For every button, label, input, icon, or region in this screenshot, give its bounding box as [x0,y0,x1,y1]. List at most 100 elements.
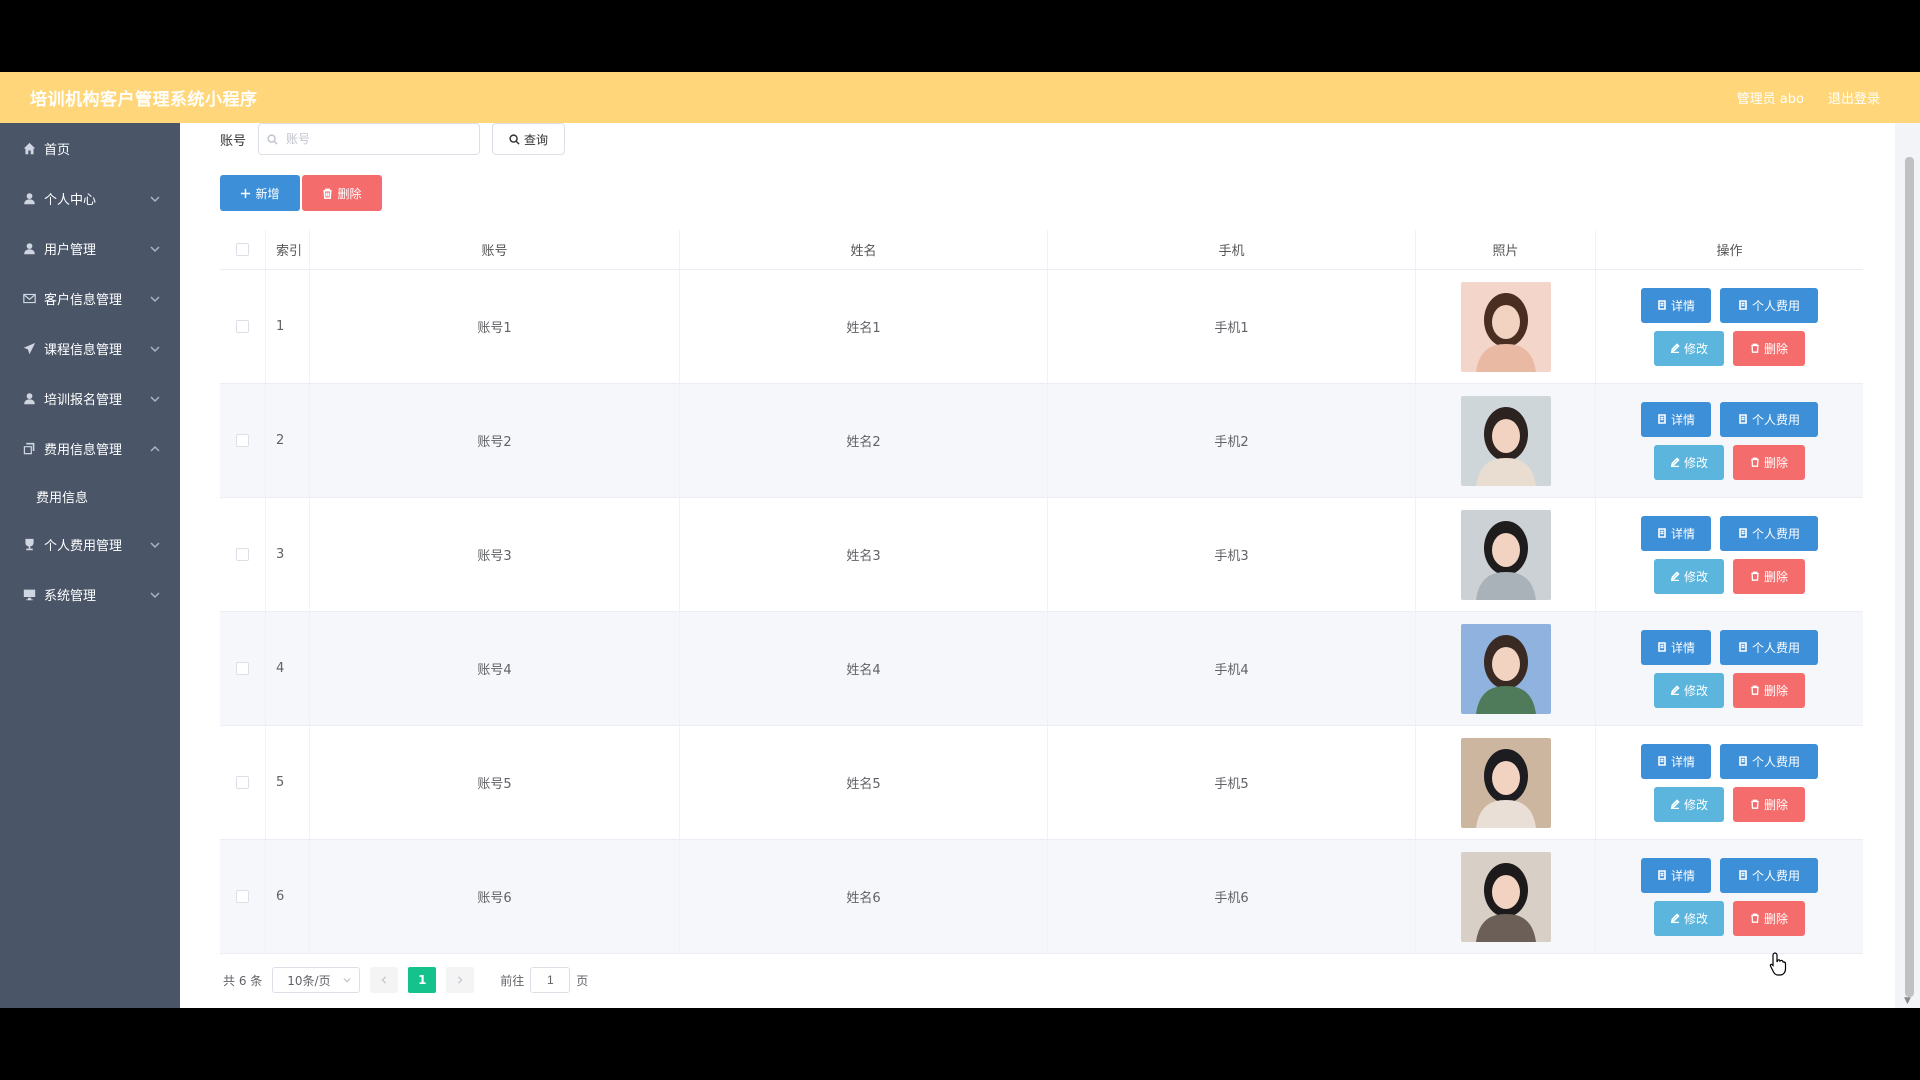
search-icon [509,133,520,145]
cell-ops: 详情 个人费用 修改 删除 [1596,498,1863,611]
mouse-pointer-icon [1769,952,1787,976]
edit-icon [1670,571,1680,581]
delete-button[interactable]: 删除 [1733,444,1805,480]
user-photo[interactable] [1460,623,1551,714]
personal-fee-button[interactable]: 个人费用 [1720,743,1818,779]
personal-fee-button[interactable]: 个人费用 [1720,401,1818,437]
detail-button[interactable]: 详情 [1641,401,1711,437]
personal-fee-button[interactable]: 个人费用 [1720,287,1818,323]
sidebar-item-personal-fee[interactable]: 个人费用管理 [0,519,180,569]
prev-page-button[interactable] [370,967,399,993]
select-all-checkbox[interactable] [236,243,249,256]
table-row: 4 账号4 姓名4 手机4 详情 个人费用 修改 删除 [220,612,1863,726]
edit-icon [1670,799,1680,809]
user-photo[interactable] [1460,851,1551,942]
delete-button[interactable]: 删除 [1733,672,1805,708]
edit-button[interactable]: 修改 [1654,558,1724,594]
edit-button[interactable]: 修改 [1654,330,1724,366]
vertical-scrollbar[interactable]: ▼ [1898,123,1920,1008]
sidebar-item-personal-center[interactable]: 个人中心 [0,173,180,223]
row-actions-line: 详情 个人费用 [1641,857,1818,893]
batch-delete-button[interactable]: 删除 [302,175,382,211]
fee-label: 个人费用 [1751,640,1800,655]
chevron-down-icon [150,243,160,253]
user-photo[interactable] [1460,281,1551,372]
row-checkbox[interactable] [236,434,249,447]
row-actions-line: 修改 删除 [1654,786,1805,822]
detail-button[interactable]: 详情 [1641,287,1711,323]
sidebar-item-label: 客户信息管理 [44,292,123,308]
detail-button[interactable]: 详情 [1641,743,1711,779]
send-icon [22,341,36,355]
personal-fee-button[interactable]: 个人费用 [1720,857,1818,893]
table-body: 1 账号1 姓名1 手机1 详情 个人费用 修改 删除 2 账号2 姓名2 手机… [220,270,1863,954]
sidebar-item-system[interactable]: 系统管理 [0,569,180,619]
sidebar-item-fee-info[interactable]: 费用信息管理 [0,423,180,473]
row-checkbox[interactable] [236,548,249,561]
detail-button[interactable]: 详情 [1641,629,1711,665]
scrollbar-thumb[interactable] [1905,157,1914,997]
detail-label: 详情 [1670,868,1695,883]
user-photo[interactable] [1460,395,1551,486]
edit-label: 修改 [1683,797,1708,812]
sidebar-item-customer-info[interactable]: 客户信息管理 [0,273,180,323]
search-icon [267,133,278,145]
row-checkbox[interactable] [236,776,249,789]
delete-button[interactable]: 删除 [1733,786,1805,822]
page-number-current[interactable]: 1 [408,967,437,993]
table-row: 3 账号3 姓名3 手机3 详情 个人费用 修改 删除 [220,498,1863,612]
row-checkbox-cell [220,612,266,725]
cell-account: 账号5 [310,726,680,839]
row-checkbox-cell [220,498,266,611]
row-checkbox[interactable] [236,320,249,333]
cell-name: 姓名2 [680,384,1048,497]
add-button[interactable]: 新增 [220,175,300,211]
delete-button[interactable]: 删除 [1733,558,1805,594]
trash-icon [323,188,333,199]
row-actions: 详情 个人费用 修改 删除 [1641,401,1818,480]
chevron-up-icon [150,443,160,453]
goto-page: 前往 页 [500,967,588,993]
sidebar-item-course-info[interactable]: 课程信息管理 [0,323,180,373]
edit-button[interactable]: 修改 [1654,786,1724,822]
detail-button[interactable]: 详情 [1641,515,1711,551]
user-photo[interactable] [1460,737,1551,828]
edit-label: 修改 [1683,911,1708,926]
sidebar-subitem-fee-info[interactable]: 费用信息 [0,473,180,519]
logout-link[interactable]: 退出登录 [1828,88,1880,107]
sidebar-item-home[interactable]: 首页 [0,123,180,173]
delete-button[interactable]: 删除 [1733,900,1805,936]
cell-ops: 详情 个人费用 修改 删除 [1596,384,1863,497]
detail-label: 详情 [1670,526,1695,541]
admin-label[interactable]: 管理员 abo [1737,88,1804,107]
edit-button[interactable]: 修改 [1654,900,1724,936]
user-icon [22,191,36,205]
add-label: 新增 [255,186,280,201]
personal-fee-button[interactable]: 个人费用 [1720,629,1818,665]
row-checkbox-cell [220,270,266,383]
edit-button[interactable]: 修改 [1654,672,1724,708]
sidebar-item-training-signup[interactable]: 培训报名管理 [0,373,180,423]
row-checkbox[interactable] [236,662,249,675]
cell-index: 3 [266,498,310,611]
detail-label: 详情 [1670,640,1695,655]
sidebar-item-user-management[interactable]: 用户管理 [0,223,180,273]
search-bar: 账号 查询 [220,123,566,155]
account-search-input[interactable] [284,131,465,147]
page-size-select[interactable]: 10条/页 [272,967,361,993]
personal-fee-button[interactable]: 个人费用 [1720,515,1818,551]
detail-button[interactable]: 详情 [1641,857,1711,893]
cell-account: 账号1 [310,270,680,383]
query-button[interactable]: 查询 [492,123,566,155]
fee-label: 个人费用 [1751,754,1800,769]
next-page-button[interactable] [446,967,475,993]
user-photo[interactable] [1460,509,1551,600]
scroll-down-icon[interactable]: ▼ [1904,996,1911,1006]
sidebar-item-label: 培训报名管理 [44,392,123,408]
app-window: 培训机构客户管理系统小程序 管理员 abo 退出登录 首页 个人中心 用户管理 … [0,72,1920,1008]
delete-button[interactable]: 删除 [1733,330,1805,366]
goto-page-input[interactable] [530,967,571,993]
edit-button[interactable]: 修改 [1654,444,1724,480]
trash-icon [1751,913,1759,923]
row-checkbox[interactable] [236,890,249,903]
